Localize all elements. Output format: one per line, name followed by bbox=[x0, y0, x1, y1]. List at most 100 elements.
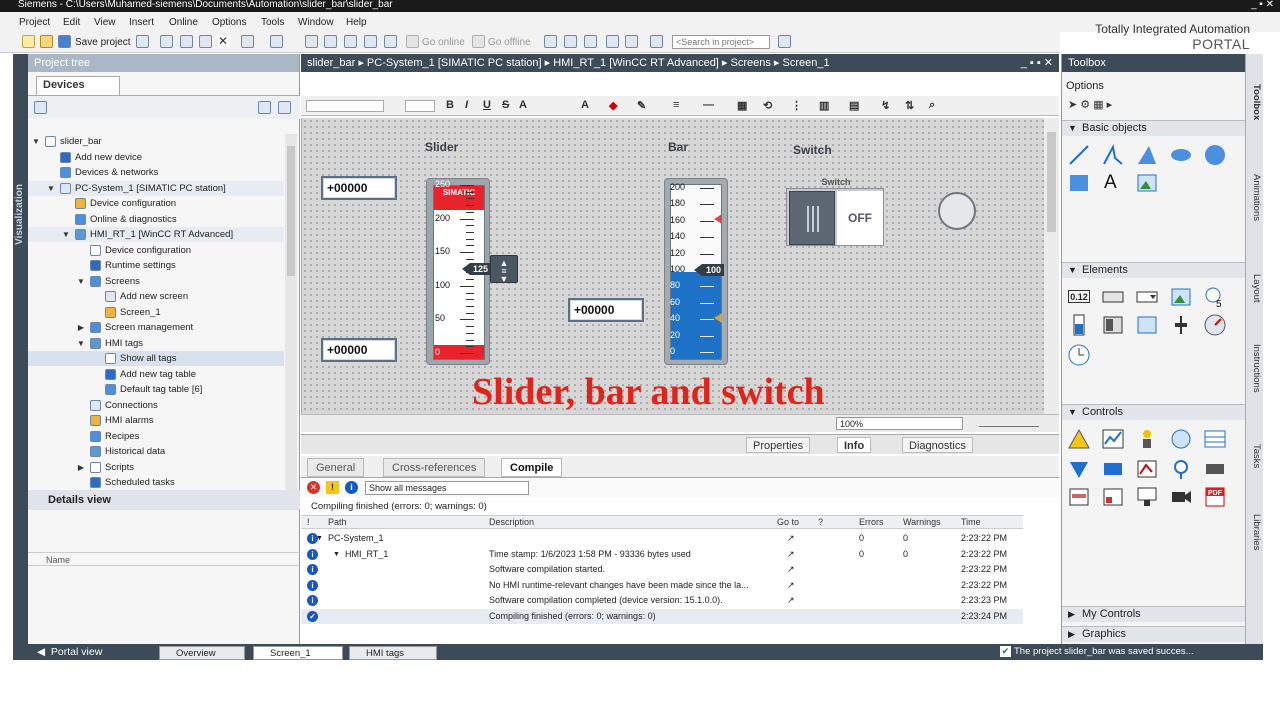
zoom-select[interactable]: 100% bbox=[836, 417, 963, 430]
button-tool-icon[interactable] bbox=[1102, 286, 1124, 308]
warnings-filter-icon[interactable]: ! bbox=[326, 481, 339, 494]
symbol-library-tool-icon[interactable] bbox=[1136, 314, 1158, 336]
tab-order-icon[interactable]: ↯ bbox=[881, 99, 890, 112]
tree-item[interactable]: ▼ HMI_RT_1 [WinCC RT Advanced] bbox=[28, 227, 284, 242]
tab-instructions[interactable]: Instructions bbox=[1248, 344, 1262, 393]
font-family-select[interactable] bbox=[306, 100, 384, 112]
redo-icon[interactable] bbox=[270, 35, 283, 48]
delete-icon[interactable]: ✕ bbox=[218, 35, 231, 48]
menu-view[interactable]: View bbox=[94, 17, 116, 28]
open-project-icon[interactable] bbox=[40, 35, 53, 48]
taskbar-hmi-tags[interactable]: HMI tags bbox=[349, 646, 437, 660]
polyline-tool-icon[interactable] bbox=[1102, 144, 1124, 166]
simulate-icon[interactable] bbox=[364, 35, 377, 48]
rectangle-tool-icon[interactable] bbox=[1068, 172, 1090, 194]
tree-expand-icon[interactable]: ▼ bbox=[47, 181, 55, 196]
tab-tasks[interactable]: Tasks bbox=[1248, 444, 1262, 468]
graphic-io-tool-icon[interactable] bbox=[1170, 286, 1192, 308]
split-vertical-icon[interactable] bbox=[650, 35, 663, 48]
slider-tool-icon[interactable] bbox=[1170, 314, 1192, 336]
message-goto-icon[interactable]: ↗ bbox=[787, 593, 795, 608]
message-goto-icon[interactable]: ↗ bbox=[787, 531, 795, 546]
tree-expand-icon[interactable]: ▶ bbox=[77, 460, 85, 475]
gauge-tool-icon[interactable] bbox=[1204, 314, 1226, 336]
switch-tool-icon[interactable] bbox=[1102, 314, 1124, 336]
runtime-icon[interactable] bbox=[384, 35, 397, 48]
message-row[interactable]: i Software compilation started. ↗ 2:23:22 P… bbox=[301, 562, 1023, 578]
media-player-tool-icon[interactable] bbox=[1102, 458, 1124, 480]
polygon-tool-icon[interactable] bbox=[1136, 144, 1158, 166]
message-row[interactable]: i HMI_RT_1 Time stamp: 1/6/2023 1:58 PM - … bbox=[301, 547, 1023, 563]
message-filter-select[interactable]: Show all messages bbox=[365, 481, 529, 495]
stop-cpu-icon[interactable] bbox=[584, 35, 597, 48]
go-online-icon[interactable] bbox=[406, 35, 419, 48]
rotate-icon[interactable]: ⟲ bbox=[763, 99, 772, 112]
message-row[interactable]: ✓ Compiling finished (errors: 0; warnings… bbox=[301, 608, 1023, 624]
font-size-select[interactable] bbox=[405, 100, 435, 112]
col-time[interactable]: Time bbox=[961, 516, 981, 529]
clock-tool-icon[interactable] bbox=[1068, 344, 1090, 366]
alarm-view-tool-icon[interactable] bbox=[1068, 428, 1090, 450]
breadcrumb[interactable]: slider_bar ▸ PC-System_1 [SIMATIC PC sta… bbox=[307, 57, 830, 69]
tree-item[interactable]: Historical data bbox=[28, 444, 284, 459]
switch-knob[interactable] bbox=[789, 191, 835, 245]
status-force-tool-icon[interactable] bbox=[1136, 458, 1158, 480]
tree-item[interactable]: Screen_1 bbox=[28, 305, 284, 320]
tab-diagnostics[interactable]: Diagnostics bbox=[902, 437, 973, 453]
new-project-icon[interactable] bbox=[22, 35, 35, 48]
canvas-vertical-scrollbar[interactable] bbox=[1044, 118, 1059, 414]
col-help[interactable]: ? bbox=[818, 516, 823, 529]
taskbar-overview[interactable]: Overview bbox=[159, 646, 245, 660]
tree-item[interactable]: Default tag table [6] bbox=[28, 382, 284, 397]
menu-window[interactable]: Window bbox=[298, 17, 334, 28]
menu-online[interactable]: Online bbox=[169, 17, 198, 28]
tree-scrollbar[interactable] bbox=[285, 134, 297, 490]
section-elements[interactable]: ▼ Elements bbox=[1062, 262, 1246, 278]
text-field-tool-icon[interactable]: A bbox=[1104, 172, 1126, 194]
tree-expand-icon[interactable]: ▼ bbox=[77, 336, 85, 351]
row-expand-icon[interactable]: ▼ bbox=[333, 547, 340, 562]
section-my-controls[interactable]: ▶ My Controls bbox=[1062, 606, 1246, 622]
ellipse-tool-icon[interactable] bbox=[1170, 144, 1192, 166]
io-field-tool-icon[interactable]: 0.12 bbox=[1068, 290, 1090, 303]
col-description[interactable]: Description bbox=[489, 516, 534, 529]
tree-expand-icon[interactable]: ▼ bbox=[32, 134, 40, 149]
strikethrough-icon[interactable]: S bbox=[502, 99, 509, 111]
editor-window-controls[interactable]: _ ▪ ▪ ✕ bbox=[1021, 54, 1053, 72]
trend-view-tool-icon[interactable] bbox=[1102, 428, 1124, 450]
tree-table-icon[interactable] bbox=[34, 101, 47, 114]
underline-icon[interactable]: U bbox=[483, 99, 491, 111]
ge-view-tool-icon[interactable] bbox=[1102, 486, 1124, 508]
group-icon[interactable]: ▥ bbox=[819, 99, 829, 112]
go-offline-icon[interactable] bbox=[472, 35, 485, 48]
pdf-view-tool-icon[interactable]: PDF bbox=[1204, 486, 1226, 508]
menu-project[interactable]: Project bbox=[19, 17, 50, 28]
accessible-devices-icon[interactable] bbox=[544, 35, 557, 48]
message-row[interactable]: i PC-System_1 ↗ 0 0 2:23:22 PM ▼ bbox=[301, 531, 1023, 547]
col-goto[interactable]: Go to bbox=[777, 516, 799, 529]
options-tools[interactable]: ➤ ⚙ ▦ ▸ bbox=[1068, 98, 1112, 111]
message-goto-icon[interactable]: ↗ bbox=[787, 562, 795, 577]
tree-item[interactable]: ▶ Scripts bbox=[28, 460, 284, 475]
tree-item[interactable]: Scheduled tasks bbox=[28, 475, 284, 490]
undo-icon[interactable] bbox=[241, 35, 254, 48]
symbolic-io-tool-icon[interactable] bbox=[1136, 286, 1158, 308]
cut-icon[interactable] bbox=[160, 35, 173, 48]
save-project-button[interactable]: Save project bbox=[75, 37, 131, 48]
compile-icon[interactable] bbox=[305, 35, 318, 48]
cross-ref-icon[interactable] bbox=[606, 35, 619, 48]
paste-icon[interactable] bbox=[199, 35, 212, 48]
go-offline-button[interactable]: Go offline bbox=[488, 37, 531, 48]
print-icon[interactable] bbox=[136, 35, 149, 48]
switch-control[interactable]: Switch OFF bbox=[786, 177, 884, 246]
camera-view-tool-icon[interactable] bbox=[1170, 486, 1192, 508]
tree-item[interactable]: Devices & networks bbox=[28, 165, 284, 180]
menu-edit[interactable]: Edit bbox=[63, 17, 80, 28]
menu-help[interactable]: Help bbox=[346, 17, 367, 28]
col-severity[interactable]: ! bbox=[307, 516, 310, 529]
menu-options[interactable]: Options bbox=[212, 17, 246, 28]
section-basic-objects[interactable]: ▼ Basic objects bbox=[1062, 120, 1246, 136]
col-warnings[interactable]: Warnings bbox=[903, 516, 941, 529]
tab-animations[interactable]: Animations bbox=[1248, 174, 1262, 221]
upload-icon[interactable] bbox=[344, 35, 357, 48]
